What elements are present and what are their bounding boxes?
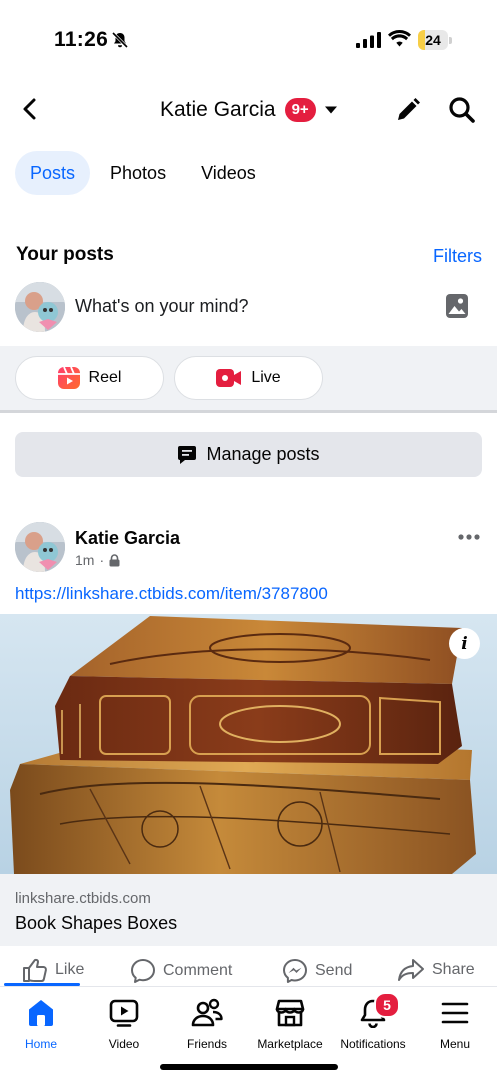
manage-posts-label: Manage posts — [206, 444, 320, 464]
comment-icon — [131, 959, 155, 983]
pencil-icon[interactable] — [395, 97, 421, 123]
link-preview-footer[interactable] — [0, 874, 497, 946]
share-label: Share — [432, 961, 475, 978]
nav-home-label: Home — [24, 1037, 57, 1051]
link-title[interactable]: Book Shapes Boxes — [15, 913, 177, 934]
cellular-signal-icon — [356, 32, 381, 48]
nav-menu[interactable]: Menu — [414, 997, 496, 1051]
nav-notifications[interactable]: 5 Notifications — [332, 992, 414, 1051]
share-arrow-icon — [398, 959, 424, 981]
post-author-name[interactable]: Katie Garcia — [75, 528, 180, 549]
nav-friends[interactable]: Friends — [166, 997, 248, 1051]
nav-video[interactable]: Video — [83, 997, 165, 1051]
video-icon — [109, 999, 139, 1027]
chat-bubble-icon — [178, 445, 197, 464]
marketplace-icon — [275, 999, 305, 1027]
send-button[interactable]: Send — [282, 958, 352, 984]
reel-label: Reel — [88, 369, 122, 386]
photo-icon[interactable] — [445, 293, 469, 319]
profile-tabs: Posts Photos Videos — [15, 151, 276, 195]
link-domain: linkshare.ctbids.com — [15, 890, 151, 907]
live-label: Live — [251, 369, 281, 386]
messenger-icon — [283, 959, 307, 983]
link-preview-image[interactable] — [0, 614, 497, 874]
profile-header: Katie Garcia 9+ — [0, 80, 497, 140]
section-title: Your posts — [16, 244, 114, 265]
post-meta: 1m · — [75, 552, 120, 568]
quick-actions-bar: Reel Live — [0, 346, 497, 410]
reel-icon — [57, 367, 80, 389]
info-button[interactable]: i — [449, 628, 480, 659]
menu-icon — [441, 1002, 469, 1024]
like-button[interactable]: Like — [22, 958, 84, 982]
nav-menu-label: Menu — [439, 1037, 471, 1051]
post-author-avatar[interactable] — [15, 522, 65, 572]
home-icon — [29, 1000, 53, 1026]
status-time: 11:26 — [54, 28, 109, 51]
like-label: Like — [55, 961, 85, 978]
share-button[interactable]: Share — [397, 958, 475, 982]
home-indicator — [160, 1064, 338, 1070]
tab-photos[interactable]: Photos — [95, 151, 181, 195]
nav-video-label: Video — [108, 1037, 140, 1051]
reel-button[interactable]: Reel — [15, 356, 164, 400]
lock-icon — [109, 553, 120, 566]
post-actions: Like Comment Send Share — [0, 958, 497, 986]
nav-notifications-label: Notifications — [340, 1037, 406, 1051]
caret-down-icon — [324, 106, 337, 114]
send-label: Send — [315, 962, 353, 979]
comment-button[interactable]: Comment — [130, 958, 232, 984]
battery-level: 24 — [425, 32, 441, 48]
header-badge: 9+ — [284, 98, 316, 122]
tab-posts[interactable]: Posts — [15, 151, 91, 195]
nav-marketplace[interactable]: Marketplace — [249, 997, 331, 1051]
avatar[interactable] — [15, 282, 65, 332]
live-video-icon — [216, 369, 242, 387]
post-time[interactable]: 1m — [75, 552, 94, 568]
section-divider — [0, 410, 497, 413]
status-bar: 11:26 24 — [0, 0, 497, 80]
page-title: Katie Garcia — [160, 98, 276, 121]
more-options-icon[interactable] — [458, 533, 480, 541]
manage-posts-button[interactable]: Manage posts — [15, 432, 482, 477]
back-arrow-icon[interactable] — [18, 96, 44, 122]
search-icon[interactable] — [448, 96, 476, 124]
profile-switcher[interactable]: Katie Garcia 9+ — [160, 96, 338, 124]
meta-separator: · — [99, 552, 105, 568]
notifications-badge: 5 — [374, 992, 400, 1018]
nav-friends-label: Friends — [186, 1037, 227, 1051]
bell-muted-icon — [111, 31, 129, 49]
tab-videos[interactable]: Videos — [186, 151, 271, 195]
thumbs-up-icon — [23, 958, 47, 982]
comment-label: Comment — [163, 962, 233, 979]
filters-link[interactable]: Filters — [433, 246, 482, 267]
nav-home[interactable]: Home — [0, 997, 82, 1051]
live-button[interactable]: Live — [174, 356, 323, 400]
post-link[interactable]: https://linkshare.ctbids.com/item/378780… — [15, 584, 328, 604]
wifi-icon — [388, 30, 411, 47]
friends-icon — [191, 998, 223, 1027]
nav-marketplace-label: Marketplace — [257, 1037, 323, 1051]
battery-icon: 24 — [418, 30, 452, 50]
composer-input[interactable]: What's on your mind? — [75, 296, 249, 317]
